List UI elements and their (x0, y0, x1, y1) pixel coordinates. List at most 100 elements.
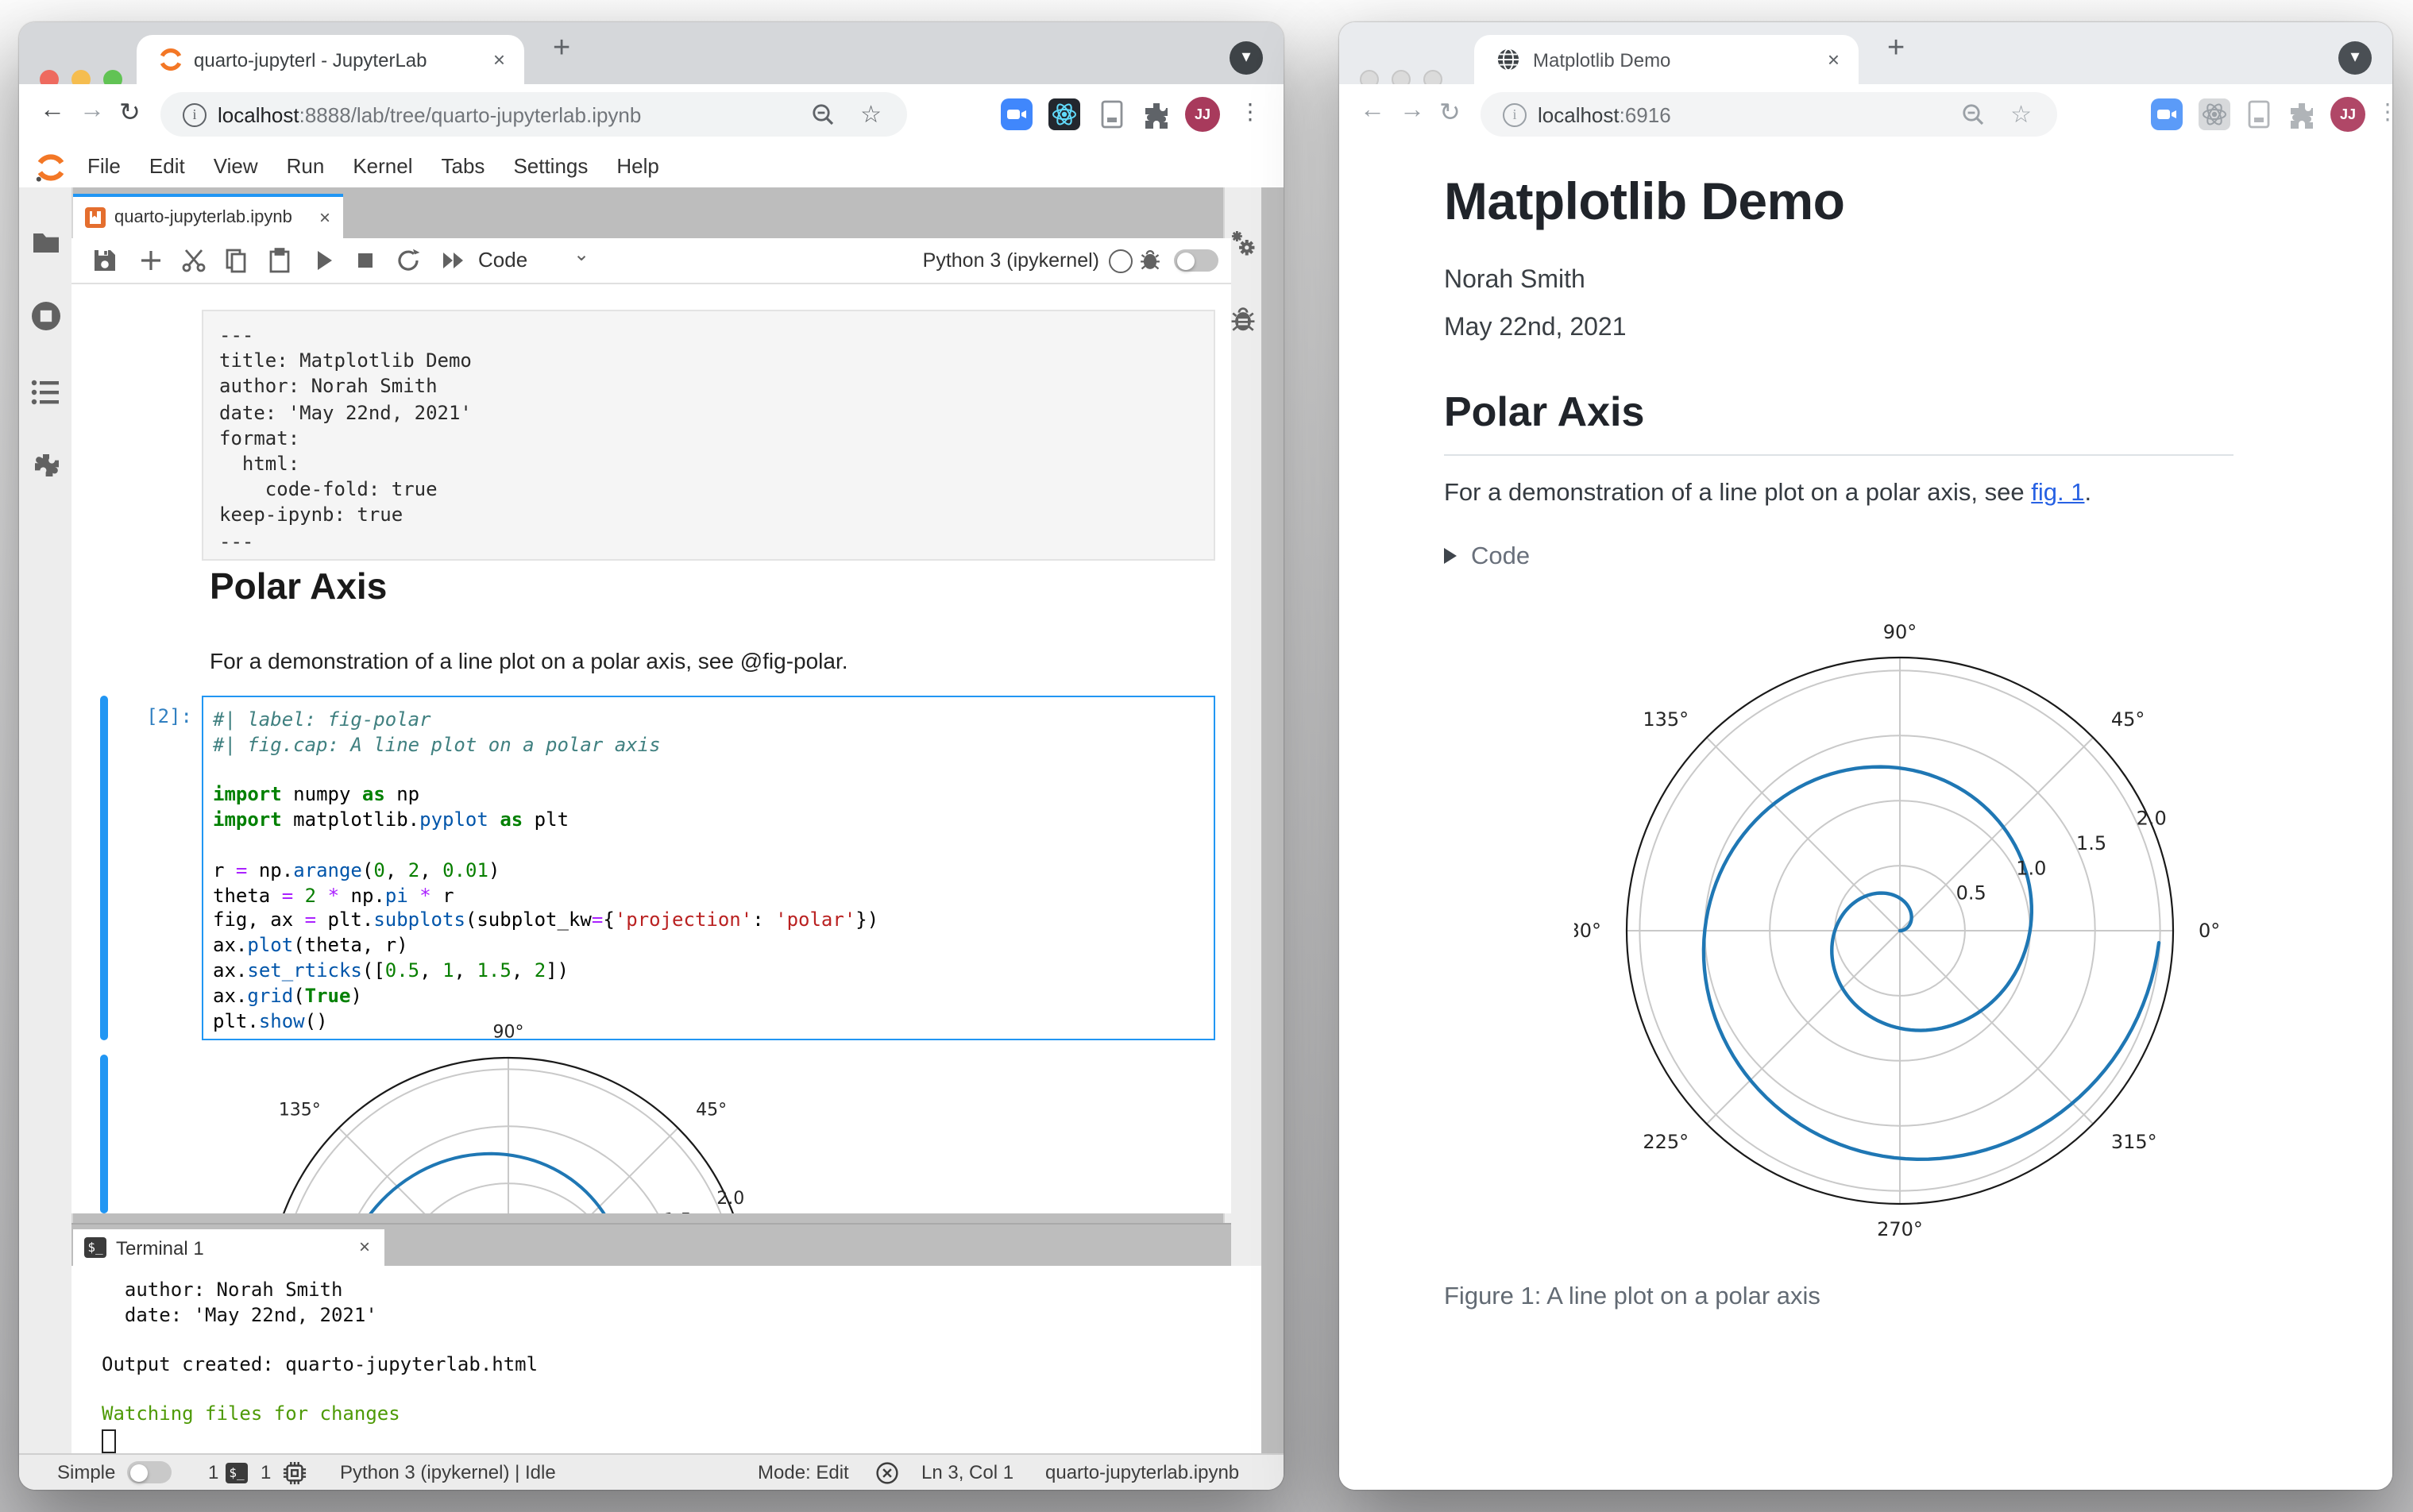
bookmark-star-icon[interactable]: ☆ (860, 100, 882, 129)
terminal-tab[interactable]: $_ Terminal 1 × (73, 1229, 384, 1267)
kernel-name[interactable]: Python 3 (ipykernel) (913, 249, 1099, 272)
reload-icon[interactable]: ↻ (119, 97, 141, 129)
zoom-extension-icon[interactable] (2151, 98, 2183, 130)
react-devtools-extension-icon[interactable] (1048, 98, 1080, 130)
menu-item-kernel[interactable]: Kernel (338, 146, 427, 187)
terminal-count[interactable]: 1 (208, 1461, 218, 1483)
cell-type-caret-icon[interactable]: ⌄ (573, 243, 589, 265)
menu-item-run[interactable]: Run (272, 146, 339, 187)
save-icon[interactable] (92, 248, 118, 273)
toolbar-toggle[interactable] (1174, 249, 1218, 272)
back-icon[interactable]: ← (1360, 97, 1385, 125)
document-extension-icon[interactable] (1096, 98, 1128, 130)
extensions-puzzle-icon[interactable] (2286, 98, 2318, 130)
document-extension-icon[interactable] (2243, 98, 2275, 130)
jupyterlab-left-sidebar (19, 187, 73, 1455)
circle-x-icon[interactable] (875, 1461, 899, 1485)
menu-item-view[interactable]: View (199, 146, 272, 187)
disclosure-triangle-icon (1444, 548, 1457, 564)
simple-mode-toggle[interactable] (127, 1461, 172, 1483)
menu-item-tabs[interactable]: Tabs (427, 146, 500, 187)
code-fold-toggle[interactable]: Code (1444, 543, 1530, 572)
code-cell[interactable]: #| label: fig-polar #| fig.cap: A line pl… (202, 696, 1215, 1040)
site-info-icon[interactable]: i (1503, 103, 1527, 127)
extensions-puzzle-icon[interactable] (1141, 98, 1172, 130)
zoom-extension-icon[interactable] (1001, 98, 1033, 130)
code-line: theta = 2 * np.pi * r (213, 884, 454, 907)
bookmark-star-icon[interactable]: ☆ (2010, 100, 2032, 129)
kernel-count[interactable]: 1 (261, 1461, 271, 1483)
svg-text:135°: 135° (1643, 708, 1689, 731)
left-browser-window: quarto-jupyterl - JupyterLab × + ▾ ← → ↻… (19, 22, 1284, 1490)
left-tab-strip: quarto-jupyterl - JupyterLab × + ▾ (19, 22, 1284, 89)
cut-cell-icon[interactable] (181, 248, 207, 273)
code-line: ax.plot(theta, r) (213, 934, 408, 957)
url-path: :6916 (1619, 103, 1671, 127)
profile-avatar[interactable]: JJ (1185, 97, 1220, 132)
terminal-body[interactable]: author: Norah Smith date: 'May 22nd, 202… (71, 1266, 1261, 1468)
site-info-icon[interactable]: i (183, 103, 207, 127)
reload-icon[interactable]: ↻ (1439, 97, 1461, 129)
tab-search-icon[interactable]: ▾ (2338, 41, 2372, 75)
code-line: #| fig.cap: A line plot on a polar axis (213, 733, 661, 756)
browser-tab[interactable]: Matplotlib Demo × (1474, 35, 1859, 84)
address-bar[interactable]: i localhost:6916 ☆ (1481, 92, 2057, 137)
raw-cell[interactable]: --- title: Matplotlib Demo author: Norah S… (202, 310, 1215, 561)
input-collapser[interactable] (100, 696, 108, 1040)
svg-text:180°: 180° (1574, 920, 1601, 942)
browser-tab[interactable]: quarto-jupyterl - JupyterLab × (137, 35, 524, 84)
extension-manager-icon[interactable] (30, 449, 62, 481)
new-tab-button[interactable]: + (1887, 32, 1905, 67)
stop-kernel-icon[interactable] (353, 248, 378, 273)
cursor-position[interactable]: Ln 3, Col 1 (921, 1461, 1013, 1483)
restart-kernel-icon[interactable] (396, 248, 421, 273)
browser-menu-kebab-icon[interactable]: ⋮ (2376, 98, 2392, 125)
terminal-tabbar: $_ Terminal 1 × (71, 1223, 1231, 1267)
running-kernels-icon[interactable] (30, 300, 62, 332)
terminal-tab-close-icon[interactable]: × (359, 1236, 370, 1258)
raw-cell-line: author: Norah Smith (219, 375, 438, 398)
profile-avatar[interactable]: JJ (2330, 97, 2365, 132)
zoom-out-icon[interactable] (1962, 103, 1984, 125)
kernel-status-text[interactable]: Python 3 (ipykernel) | Idle (340, 1461, 556, 1483)
file-browser-icon[interactable] (30, 227, 62, 259)
menu-item-settings[interactable]: Settings (499, 146, 602, 187)
document-author: Norah Smith (1444, 267, 1585, 294)
kernel-chip-icon (283, 1461, 307, 1485)
tab-search-icon[interactable]: ▾ (1230, 41, 1263, 75)
jupyterlab-dock: quarto-jupyterlab.ipynb × Code ⌄ Python … (19, 187, 1284, 1468)
menu-item-help[interactable]: Help (602, 146, 674, 187)
tab-close-icon[interactable]: × (493, 48, 505, 71)
back-icon[interactable]: ← (40, 97, 65, 125)
menu-item-edit[interactable]: Edit (135, 146, 199, 187)
enable-debugger-bug-icon[interactable] (1139, 249, 1161, 272)
run-cell-icon[interactable] (311, 248, 337, 273)
debugger-bug-icon[interactable] (1230, 307, 1257, 334)
address-bar[interactable]: i localhost:8888/lab/tree/quarto-jupyter… (160, 92, 907, 137)
output-collapser[interactable] (100, 1055, 108, 1213)
add-cell-icon[interactable] (138, 248, 164, 273)
polar-plot-output: 0°45°90°135°180°225°270°315°0.51.01.52.0 (279, 1023, 744, 1213)
property-inspector-gears-icon[interactable] (1228, 229, 1258, 259)
react-devtools-extension-icon[interactable] (2199, 98, 2230, 130)
new-tab-button[interactable]: + (553, 32, 570, 67)
browser-menu-kebab-icon[interactable]: ⋮ (1239, 98, 1261, 125)
notebook-tab-close-icon[interactable]: × (319, 206, 330, 229)
zoom-out-icon[interactable] (812, 103, 834, 125)
notebook-tab[interactable]: quarto-jupyterlab.ipynb × (73, 194, 343, 241)
run-all-cells-icon[interactable] (440, 248, 465, 273)
forward-icon[interactable]: → (1400, 97, 1425, 125)
forward-icon[interactable]: → (79, 97, 105, 125)
svg-text:2.0: 2.0 (2137, 808, 2167, 830)
url-host: localhost (218, 103, 299, 127)
menu-item-file[interactable]: File (73, 146, 135, 187)
table-of-contents-icon[interactable] (30, 376, 62, 408)
copy-cell-icon[interactable] (224, 248, 249, 273)
notebook-tab-title: quarto-jupyterlab.ipynb (114, 208, 292, 227)
tab-close-icon[interactable]: × (1828, 48, 1840, 71)
paste-cell-icon[interactable] (267, 248, 292, 273)
url-host: localhost (1538, 103, 1620, 127)
figure-link[interactable]: fig. 1 (2031, 480, 2084, 507)
cell-type-dropdown[interactable]: Code (478, 248, 527, 272)
